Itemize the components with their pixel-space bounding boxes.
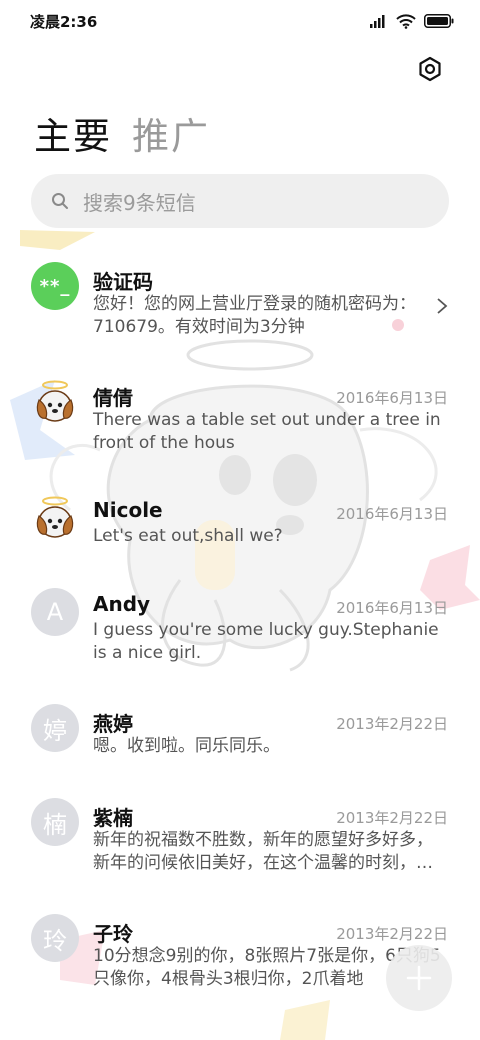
contact-name: 子玲 [93, 922, 133, 946]
message-preview: There was a table set out under a tree i… [93, 410, 441, 453]
search-input[interactable]: 搜索9条短信 [31, 174, 449, 228]
status-icons [370, 13, 454, 29]
dog-avatar-icon [31, 378, 79, 426]
avatar: **_ [31, 262, 79, 310]
avatar: 婷 [31, 704, 79, 752]
message-date: 2013年2月22日 [336, 715, 448, 733]
message-preview: 您好！您的网上营业厅登录的随机密码为：710679。有效时间为3分钟 [93, 294, 416, 337]
battery-icon [424, 14, 454, 28]
conversation-item[interactable]: **_ 验证码 您好！您的网上营业厅登录的随机密码为：710679。有效时间为3… [0, 252, 480, 368]
chevron-right-icon [437, 298, 448, 314]
message-preview: Let's eat out,shall we? [93, 526, 283, 546]
message-date: 2013年2月22日 [336, 809, 448, 827]
tab-bar: 主要 推广 [34, 106, 210, 160]
contact-name: 倩倩 [93, 386, 133, 410]
gear-icon[interactable] [416, 55, 444, 83]
message-date: 2016年6月13日 [336, 599, 448, 617]
message-date: 2016年6月13日 [336, 389, 448, 407]
message-date: 2016年6月13日 [336, 505, 448, 523]
dog-avatar-icon [31, 494, 79, 542]
wifi-icon [396, 13, 416, 29]
search-icon [52, 193, 68, 209]
message-preview: I guess you're some lucky guy.Stephanie … [93, 620, 439, 663]
contact-name: 燕婷 [93, 712, 133, 736]
contact-name: Andy [93, 592, 151, 616]
avatar: A [31, 588, 79, 636]
new-message-button[interactable] [386, 945, 452, 1011]
search-placeholder: 搜索9条短信 [83, 190, 196, 215]
contact-name: Nicole [93, 498, 163, 522]
conversation-list: **_ 验证码 您好！您的网上营业厅登录的随机密码为：710679。有效时间为3… [0, 252, 480, 1004]
message-preview: 嗯。收到啦。同乐同乐。 [93, 736, 280, 756]
message-date: 2013年2月22日 [336, 925, 448, 943]
message-preview: 新年的祝福数不胜数，新年的愿望好多好多，新年的问候依旧美好，在这个温馨的时刻，… [93, 830, 433, 873]
conversation-item[interactable]: 倩倩 2016年6月13日 There was a table set out … [0, 368, 480, 484]
conversation-item[interactable]: A Andy 2016年6月13日 I guess you're some lu… [0, 578, 480, 694]
status-bar: 凌晨2:36 [0, 0, 480, 42]
avatar: 楠 [31, 798, 79, 846]
avatar: 玲 [31, 914, 79, 962]
tab-primary[interactable]: 主要 [34, 106, 112, 160]
signal-icon [370, 15, 385, 28]
conversation-item[interactable]: 婷 燕婷 2013年2月22日 嗯。收到啦。同乐同乐。 [0, 694, 480, 788]
conversation-item[interactable]: 楠 紫楠 2013年2月22日 新年的祝福数不胜数，新年的愿望好多好多，新年的问… [0, 788, 480, 904]
contact-name: 验证码 [93, 270, 153, 294]
status-time: 凌晨2:36 [30, 12, 98, 31]
conversation-item[interactable]: Nicole 2016年6月13日 Let's eat out,shall we… [0, 484, 480, 578]
tab-promotions[interactable]: 推广 [132, 106, 210, 160]
contact-name: 紫楠 [93, 806, 133, 830]
plus-icon [406, 965, 432, 991]
